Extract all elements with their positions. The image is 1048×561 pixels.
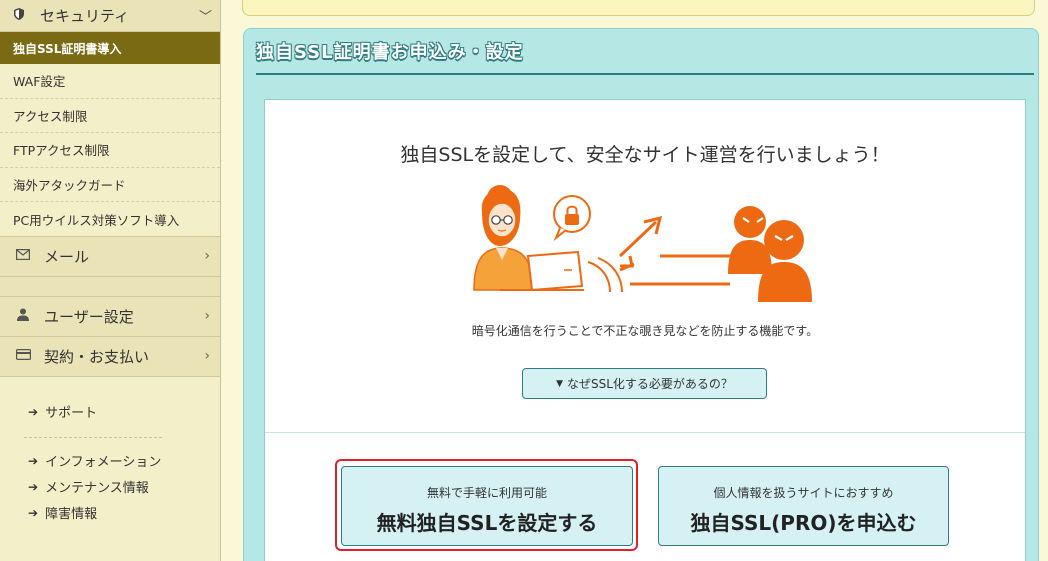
chevron-down-icon: ﹀	[198, 10, 212, 25]
section-divider	[265, 432, 1025, 433]
sidebar-section-security[interactable]: セキュリティ ﹀	[0, 0, 220, 32]
user-icon	[14, 308, 32, 325]
link-information[interactable]: ➔ インフォメーション	[28, 448, 220, 474]
arrow-right-icon: ➔	[28, 479, 39, 494]
chevron-right-icon: ›	[204, 348, 210, 365]
sidebar-section-label: セキュリティ	[40, 7, 130, 25]
pro-ssl-apply-button[interactable]: 個人情報を扱うサイトにおすすめ 独自SSL(PRO)を申込む	[658, 466, 949, 546]
ssl-panel: 独自SSL証明書お申込み・設定 独自SSLを設定して、安全なサイト運営を行いまし…	[243, 28, 1039, 561]
link-maintenance[interactable]: ➔ メンテナンス情報	[28, 474, 220, 500]
arrow-right-icon: ➔	[28, 505, 39, 520]
sidebar-item-waf[interactable]: WAF設定	[0, 64, 220, 99]
pro-ssl-main-label: 独自SSL(PRO)を申込む	[690, 511, 917, 535]
link-outage[interactable]: ➔ 障害情報	[28, 500, 220, 526]
sidebar-links: ➔ サポート ➔ インフォメーション ➔ メンテナンス情報 ➔ 障害情報	[0, 377, 220, 526]
ssl-illustration-icon	[473, 185, 812, 302]
arrow-right-icon: ➔	[28, 404, 39, 419]
feature-description: 暗号化通信を行うことで不正な覗き見などを防止する機能です。	[471, 324, 819, 338]
sidebar-item-user-settings[interactable]: ユーザー設定 ›	[0, 296, 220, 337]
shield-icon	[14, 7, 32, 24]
sidebar-item-mail[interactable]: メール ›	[0, 236, 220, 277]
link-label: サポート	[45, 406, 98, 422]
link-label: インフォメーション	[45, 455, 162, 471]
link-label: 障害情報	[45, 507, 98, 523]
page-title: 独自SSL証明書お申込み・設定	[256, 42, 524, 63]
link-label: メンテナンス情報	[45, 481, 149, 497]
chevron-right-icon: ›	[204, 308, 210, 325]
free-ssl-setup-button[interactable]: 無料で手軽に利用可能 無料独自SSLを設定する	[341, 466, 633, 546]
notice-banner	[242, 0, 1035, 16]
credit-card-icon	[14, 348, 32, 364]
sidebar-item-label: メール	[44, 247, 90, 266]
why-ssl-label: なぜSSL化する必要があるの？	[567, 377, 733, 391]
why-ssl-button[interactable]: ▼ なぜSSL化する必要があるの？	[522, 368, 767, 399]
sidebar: セキュリティ ﹀ 独自SSL証明書導入 WAF設定 アクセス制限 FTPアクセス…	[0, 0, 221, 561]
headline: 独自SSLを設定して、安全なサイト運営を行いましょう！	[400, 144, 890, 166]
sidebar-item-ftp-access-limit[interactable]: FTPアクセス制限	[0, 133, 220, 168]
sidebar-item-access-limit[interactable]: アクセス制限	[0, 99, 220, 134]
chevron-right-icon: ›	[204, 248, 210, 265]
sidebar-item-label: 契約・お支払い	[44, 347, 150, 366]
link-separator	[24, 436, 162, 438]
sidebar-item-overseas-attack-guard[interactable]: 海外アタックガード	[0, 168, 220, 203]
free-ssl-main-label: 無料独自SSLを設定する	[376, 511, 598, 535]
sidebar-item-label: ユーザー設定	[44, 307, 134, 326]
ssl-content-card: 独自SSLを設定して、安全なサイト運営を行いましょう！ 暗号化通信を行うことで不…	[264, 99, 1026, 561]
sidebar-spacer	[0, 276, 220, 297]
title-underline	[256, 73, 1034, 75]
pro-ssl-sub-label: 個人情報を扱うサイトにおすすめ	[713, 486, 894, 500]
link-support[interactable]: ➔ サポート	[28, 399, 220, 425]
sidebar-item-pc-antivirus[interactable]: PC用ウイルス対策ソフト導入	[0, 202, 220, 237]
sidebar-item-contract[interactable]: 契約・お支払い ›	[0, 336, 220, 377]
envelope-icon	[14, 248, 32, 264]
free-ssl-sub-label: 無料で手軽に利用可能	[426, 486, 547, 500]
sidebar-item-ssl[interactable]: 独自SSL証明書導入	[0, 32, 220, 64]
arrow-right-icon: ➔	[28, 453, 39, 468]
caret-down-icon: ▼	[556, 378, 563, 389]
